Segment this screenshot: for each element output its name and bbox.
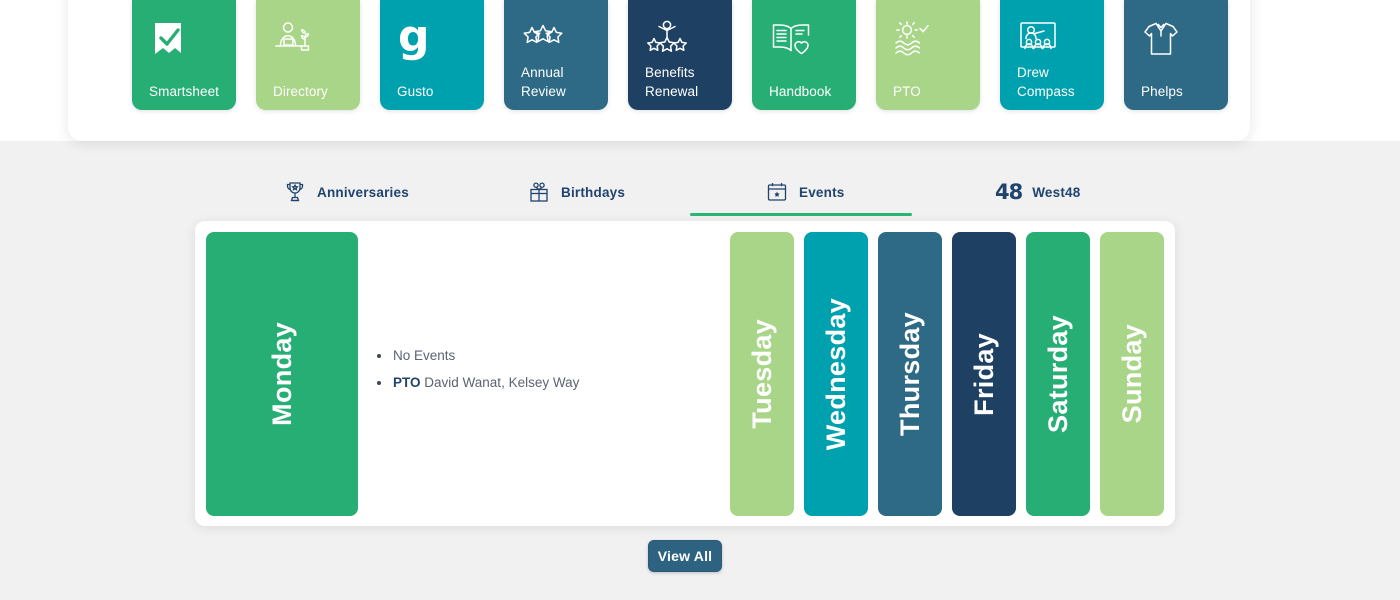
app-tile-directory[interactable]: Directory [256, 0, 360, 110]
app-tile-handbook[interactable]: Handbook [752, 0, 856, 110]
day-column-tuesday[interactable]: Tuesday [730, 232, 794, 516]
day-column-monday[interactable]: Monday [206, 232, 358, 516]
tab-west48[interactable]: 48 West48 [995, 168, 1080, 216]
48-logo-icon: 48 [995, 180, 1023, 204]
app-tile-label: Phelps [1141, 84, 1183, 99]
person-at-desk-icon [274, 18, 318, 60]
app-tile-smartsheet[interactable]: Smartsheet [132, 0, 236, 110]
app-tile-label: PTO [893, 84, 921, 99]
checkmark-document-icon [150, 18, 194, 60]
event-type: PTO [393, 374, 421, 390]
event-item: No Events [375, 347, 715, 365]
app-tile-drew-compass[interactable]: Drew Compass [1000, 0, 1104, 110]
day-label: Wednesday [820, 297, 851, 451]
app-tile-label: Smartsheet [149, 84, 220, 99]
sun-waves-icon [894, 18, 938, 60]
gift-icon [527, 180, 551, 204]
app-tile-label: Directory [273, 84, 328, 99]
events-list: No Events PTO David Wanat, Kelsey Way [375, 347, 715, 401]
three-stars-icon [522, 18, 566, 60]
tab-birthdays[interactable]: Birthdays [527, 168, 625, 216]
section-tabs: Anniversaries Birthdays Events 48 West48 [0, 168, 1400, 218]
day-column-saturday[interactable]: Saturday [1026, 232, 1090, 516]
day-label: Friday [968, 332, 999, 416]
view-all-button[interactable]: View All [648, 540, 722, 572]
day-label: Saturday [1042, 315, 1073, 433]
event-item: PTO David Wanat, Kelsey Way [375, 374, 715, 392]
events-pane: No Events PTO David Wanat, Kelsey Way [375, 221, 715, 526]
app-tile-pto[interactable]: PTO [876, 0, 980, 110]
app-tile-label: Handbook [769, 84, 832, 99]
page-root: Smartsheet Directory g Gusto Annual Review Ben… [0, 0, 1400, 600]
tab-label: Anniversaries [317, 184, 409, 200]
trophy-icon [283, 180, 307, 204]
app-tile-label: Gusto [397, 84, 434, 99]
day-label: Tuesday [746, 319, 777, 429]
day-column-thursday[interactable]: Thursday [878, 232, 942, 516]
day-column-wednesday[interactable]: Wednesday [804, 232, 868, 516]
app-tile-label: Benefits Renewal [645, 65, 699, 99]
tab-anniversaries[interactable]: Anniversaries [283, 168, 409, 216]
tab-label: Birthdays [561, 184, 626, 200]
person-with-stars-icon [646, 18, 690, 60]
app-tile-gusto[interactable]: g Gusto [380, 0, 484, 110]
day-label: Thursday [894, 312, 925, 436]
app-tile-phelps[interactable]: Phelps [1124, 0, 1228, 110]
presentation-audience-icon [1018, 18, 1062, 60]
week-events-card: Monday No Events PTO David Wanat, Kelsey … [195, 221, 1175, 526]
day-label: Monday [266, 322, 297, 426]
tab-label: Events [799, 184, 845, 200]
app-tile-benefits-renewal[interactable]: Benefits Renewal [628, 0, 732, 110]
app-tile-annual-review[interactable]: Annual Review [504, 0, 608, 110]
polo-shirt-icon [1142, 18, 1186, 60]
day-column-friday[interactable]: Friday [952, 232, 1016, 516]
gusto-g-icon: g [398, 11, 430, 62]
day-column-sunday[interactable]: Sunday [1100, 232, 1164, 516]
tab-label: West48 [1032, 184, 1081, 200]
app-tile-label: Drew Compass [1017, 65, 1075, 99]
app-tile-label: Annual Review [521, 65, 566, 99]
event-text: No Events [393, 347, 456, 363]
day-label: Sunday [1116, 324, 1147, 424]
app-tiles-row: Smartsheet Directory g Gusto Annual Review Ben… [132, 0, 1228, 110]
calendar-icon [765, 180, 789, 204]
app-tiles-band: Smartsheet Directory g Gusto Annual Review Ben… [0, 0, 1400, 141]
open-book-heart-icon [770, 18, 814, 60]
event-text: David Wanat, Kelsey Way [424, 374, 580, 390]
tab-events[interactable]: Events [689, 168, 913, 216]
